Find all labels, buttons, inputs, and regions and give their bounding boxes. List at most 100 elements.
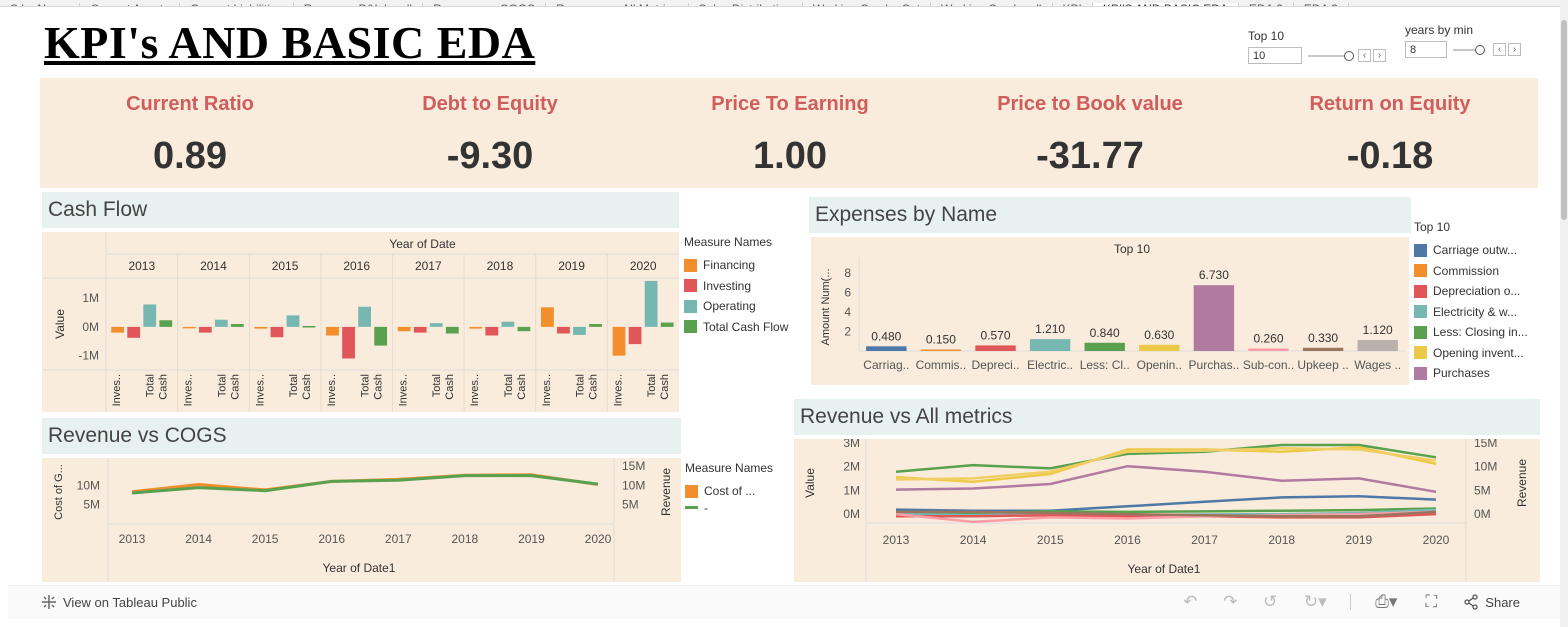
cash-flow-bar xyxy=(143,304,157,327)
download-icon[interactable]: ⎙▾ xyxy=(1371,592,1401,612)
fullscreen-icon[interactable]: ⛶ xyxy=(1421,592,1441,612)
sheet-tab-8[interactable]: Working Cap by all xyxy=(931,3,1053,6)
category-tick-label: Inves.. xyxy=(326,374,338,406)
sheet-tab-2[interactable]: Current Liabilities xyxy=(180,3,294,6)
slider-knob[interactable] xyxy=(1344,50,1354,61)
legend-item-financing[interactable]: Financing xyxy=(684,255,788,276)
sheet-tab-6[interactable]: Sales Distribution xyxy=(689,3,803,6)
legend-item-label: - xyxy=(704,500,708,515)
expense-bar xyxy=(1302,347,1344,351)
bar-data-label: 0.630 xyxy=(1144,328,1174,342)
expenses-title: Expenses by Name xyxy=(809,197,1411,233)
share-button[interactable]: Share xyxy=(1463,594,1520,610)
cash-flow-bar xyxy=(429,323,443,327)
expense-bar xyxy=(1248,348,1289,351)
category-tick-label: Total xyxy=(145,374,157,397)
legend-item-electricity[interactable]: Electricity & w... xyxy=(1414,302,1528,323)
legend-item-total-cash-flow[interactable]: Total Cash Flow xyxy=(684,317,788,338)
y-axis-title: Amount Num(... xyxy=(820,268,832,345)
view-on-tableau-link[interactable]: View on Tableau Public xyxy=(41,594,197,610)
y-axis-title-right: Revenue xyxy=(659,468,673,516)
bar-data-label: 0.480 xyxy=(871,329,901,343)
x-tick-label: Purchas.. xyxy=(1189,358,1240,372)
expenses-chart[interactable]: Top 10 Amount Num(... 2 4 6 8 0.480 Carriag.. 0.… xyxy=(811,237,1409,385)
revenue-all-chart[interactable]: Value Revenue 3M 2M 1M 0M 15M 10M 5M 0M 2013 2014 20… xyxy=(794,436,1540,582)
category-tick-label: Total xyxy=(431,374,443,397)
sheet-tab-11[interactable]: EDA 2 xyxy=(1239,3,1294,6)
cash-flow-bar xyxy=(254,326,268,329)
bar-data-label: 0.330 xyxy=(1308,331,1338,345)
top10-slider[interactable] xyxy=(1308,49,1354,63)
bar-data-label: 0.150 xyxy=(926,333,956,347)
legend-item-operating[interactable]: Operating xyxy=(684,296,788,317)
legend-item-purchases[interactable]: Purchases xyxy=(1414,363,1528,384)
top10-increment-button[interactable]: › xyxy=(1373,49,1386,62)
expense-bar xyxy=(1084,342,1125,351)
category-tick-label: Cash xyxy=(659,374,671,400)
y-tick-label-right: 15M xyxy=(1474,439,1497,450)
category-tick-label: Total xyxy=(646,374,658,397)
x-tick-label: 2020 xyxy=(1423,533,1450,547)
years-slider[interactable] xyxy=(1453,43,1485,57)
year-header-label: 2015 xyxy=(272,259,299,273)
top10-label: Top 10 xyxy=(1248,29,1285,43)
y-tick-label-right: 5M xyxy=(1474,483,1491,497)
year-header-label: 2014 xyxy=(200,259,227,273)
y-tick-label-right: 5M xyxy=(622,498,639,512)
legend-item-investing[interactable]: Investing xyxy=(684,276,788,297)
sheet-tab-5[interactable]: Revenue vs All Metrics xyxy=(546,3,689,6)
legend-item-cost-of-goods[interactable]: Cost of ... xyxy=(685,481,773,502)
legend-item-more[interactable] xyxy=(1414,384,1528,387)
top10-input[interactable] xyxy=(1248,47,1302,64)
years-input[interactable] xyxy=(1405,41,1447,58)
legend-swatch xyxy=(684,320,697,334)
sheet-tab-3[interactable]: Revenue, P&L by all xyxy=(294,3,424,6)
legend-item-depreciation[interactable]: Depreciation o... xyxy=(1414,281,1528,302)
legend-item-commission[interactable]: Commission xyxy=(1414,261,1528,282)
years-increment-button[interactable]: › xyxy=(1508,43,1521,56)
slider-knob[interactable] xyxy=(1475,44,1485,55)
refresh-icon[interactable]: ↻▾ xyxy=(1300,592,1330,612)
sheet-tab-10[interactable]: KPI'S AND BASIC EDA xyxy=(1092,3,1239,6)
legend-item-revenue[interactable]: - xyxy=(685,500,773,515)
expense-bar xyxy=(920,349,962,351)
sheet-tab-12[interactable]: EDA 3 xyxy=(1294,3,1349,6)
kpi-value: -9.30 xyxy=(446,135,534,177)
expense-bar xyxy=(1139,344,1180,351)
x-tick-label: Less: Cl.. xyxy=(1080,358,1130,372)
category-tick-label: Inves.. xyxy=(183,374,195,406)
legend-item-label: Purchases xyxy=(1433,366,1490,381)
x-tick-label: 2017 xyxy=(385,532,412,546)
legend-item-label: Commission xyxy=(1433,263,1500,278)
cash-flow-title: Cash Flow xyxy=(42,192,679,228)
scrollbar-thumb[interactable] xyxy=(1561,20,1567,220)
sheet-tab-1[interactable]: Current Assets xyxy=(80,3,181,6)
legend-item-closing-inventory[interactable]: Less: Closing in... xyxy=(1414,322,1528,343)
expense-bar xyxy=(866,346,907,351)
sheet-tab-4[interactable]: Revenue vs COGS xyxy=(423,3,547,6)
year-header-label: 2018 xyxy=(487,259,514,273)
sheet-tab-0[interactable]: S by Name xyxy=(0,3,81,6)
year-header-label: 2013 xyxy=(128,259,155,273)
legend-item-label: Less: Closing in... xyxy=(1433,325,1528,340)
cash-flow-bar xyxy=(231,324,244,327)
legend-item-opening-inventory[interactable]: Opening invent... xyxy=(1414,343,1528,364)
cash-flow-chart[interactable]: Year of Date Value 1M 0M -1M 2013 Inves.. Total… xyxy=(42,232,679,412)
x-axis-title: Year of Date1 xyxy=(1128,562,1201,576)
years-decrement-button[interactable]: ‹ xyxy=(1493,43,1506,56)
sheet-tab-9[interactable]: KPI xyxy=(1053,3,1093,6)
category-tick-label: Total xyxy=(216,374,228,397)
legend-swatch xyxy=(1414,346,1427,360)
expense-bar xyxy=(1193,285,1235,351)
x-tick-label: Electric.. xyxy=(1027,358,1073,372)
undo-icon[interactable]: ↶ xyxy=(1180,592,1200,612)
revert-icon[interactable]: ↺ xyxy=(1260,592,1280,612)
vertical-scrollbar[interactable] xyxy=(1560,0,1568,627)
revenue-cogs-chart[interactable]: Cost of G... Revenue 10M 5M 15M 10M 5M 2013 2014… xyxy=(42,458,681,582)
sheet-tab-7[interactable]: Working Cap by Cat xyxy=(803,3,932,6)
legend-item-carriage[interactable]: Carriage outw... xyxy=(1414,240,1528,261)
redo-icon[interactable]: ↷ xyxy=(1220,592,1240,612)
top10-decrement-button[interactable]: ‹ xyxy=(1358,49,1371,62)
chart-subtitle: Top 10 xyxy=(1114,242,1150,256)
x-tick-label: 2014 xyxy=(960,533,987,547)
